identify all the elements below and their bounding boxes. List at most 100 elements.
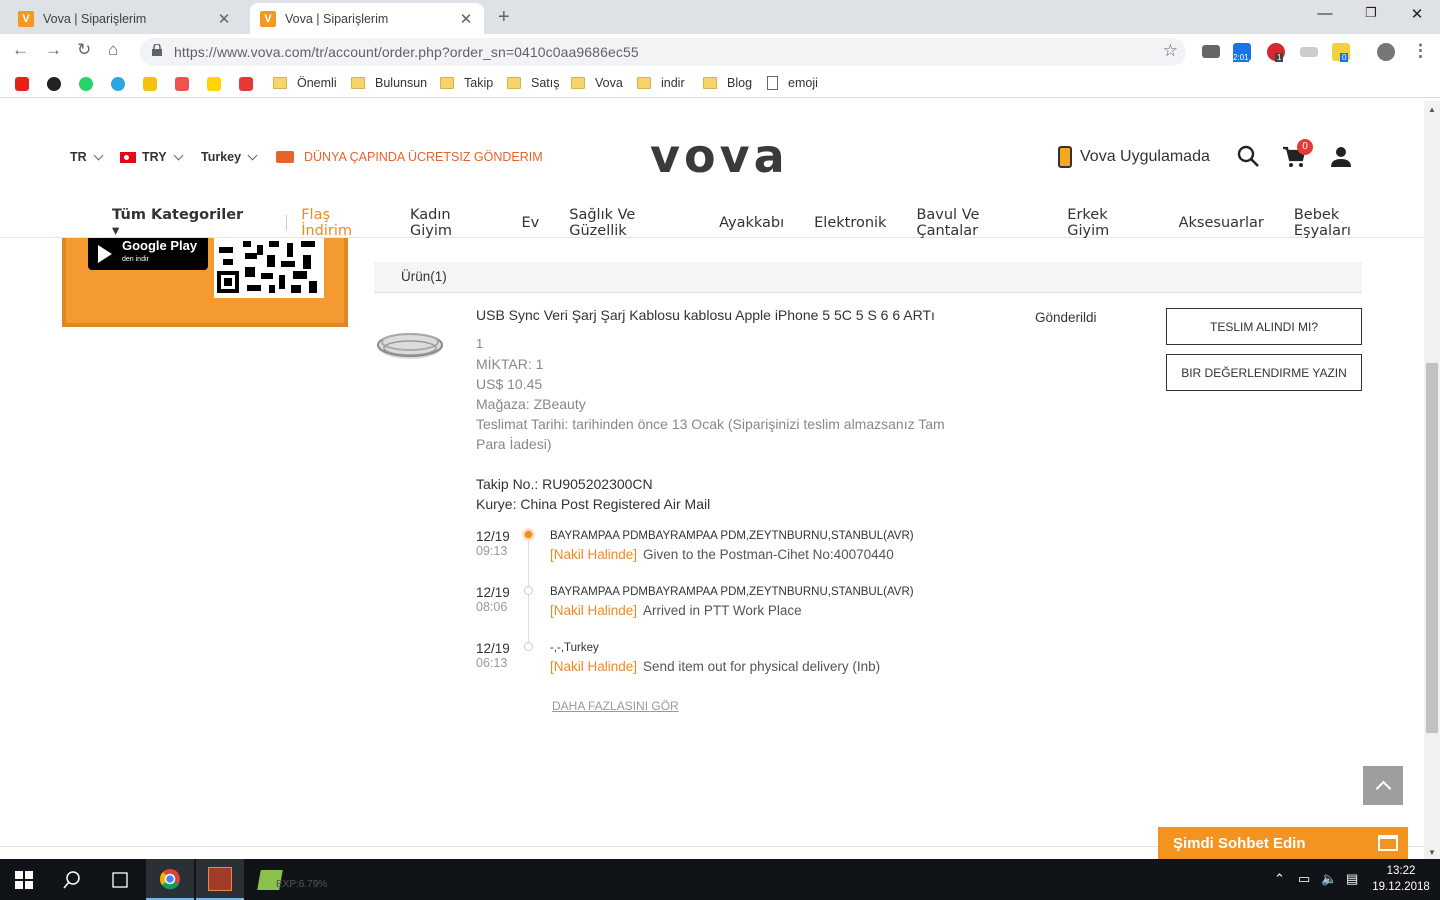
- page-scrollbar[interactable]: ▲ ▼: [1424, 101, 1440, 859]
- language-select[interactable]: TR: [70, 150, 104, 164]
- product-quantity: MİKTAR: 1: [476, 356, 544, 372]
- forward-icon[interactable]: →: [45, 40, 62, 60]
- nav-item-baby[interactable]: Bebek Eşyaları: [1294, 207, 1394, 239]
- scrollbar-thumb[interactable]: [1426, 363, 1438, 733]
- live-chat-button[interactable]: Şimdi Sohbet Edin: [1158, 827, 1408, 859]
- google-play-button[interactable]: Google Play den indir: [88, 238, 208, 270]
- windows-start-icon[interactable]: [0, 859, 48, 900]
- bookmark-folder[interactable]: Vova: [571, 76, 623, 90]
- show-more-link[interactable]: DAHA FAZLASINI GÖR: [552, 699, 679, 713]
- browser-toolbar: ← → ↻ ⌂ https://www.vova.com/tr/account/…: [0, 34, 1440, 70]
- all-categories-menu[interactable]: Tüm Kategoriler ▾: [112, 207, 274, 239]
- order-status: Gönderildi: [1035, 310, 1097, 325]
- nav-item-men[interactable]: Erkek Giyim: [1067, 207, 1148, 239]
- browser-tab[interactable]: V Vova | Siparişlerim ✕: [8, 3, 242, 34]
- scroll-up-icon[interactable]: ▲: [1428, 105, 1436, 114]
- nav-item-bags[interactable]: Bavul Ve Çantalar: [916, 207, 1037, 239]
- bookmarks-bar: Önemli Bulunsun Takip Satış Vova indir B…: [0, 70, 1440, 98]
- product-title[interactable]: USB Sync Veri Şarj Şarj Kablosu kablosu …: [476, 307, 935, 323]
- bookmark-app-icon[interactable]: [175, 77, 189, 91]
- bookmark-folder[interactable]: Satış: [507, 76, 560, 90]
- mail-extension-icon[interactable]: [1202, 45, 1220, 58]
- nav-item-home[interactable]: Ev: [522, 215, 540, 231]
- courier-name: Kurye: China Post Registered Air Mail: [476, 496, 711, 512]
- opera-extension-icon[interactable]: 1: [1267, 43, 1285, 62]
- back-to-top-button[interactable]: [1363, 766, 1403, 805]
- back-icon[interactable]: ←: [12, 40, 29, 60]
- taskbar-clock[interactable]: 13:22 19.12.2018: [1368, 863, 1434, 895]
- browser-tab-active[interactable]: V Vova | Siparişlerim ✕: [250, 3, 484, 34]
- clock-extension-icon[interactable]: 2:01: [1233, 43, 1251, 62]
- vova-favicon: V: [18, 10, 34, 27]
- new-tab-icon[interactable]: +: [498, 6, 510, 29]
- nav-item-electronics[interactable]: Elektronik: [814, 215, 886, 231]
- product-image[interactable]: [376, 325, 444, 365]
- network-icon[interactable]: ▭: [1298, 871, 1310, 887]
- close-tab-icon[interactable]: ✕: [458, 10, 474, 28]
- reload-icon[interactable]: ↻: [77, 40, 91, 60]
- extension-icon[interactable]: [1300, 47, 1318, 57]
- chat-window-icon: [1378, 835, 1398, 851]
- vova-favicon: V: [260, 10, 276, 27]
- bookmark-folder[interactable]: Takip: [440, 76, 493, 90]
- bookmark-star-icon[interactable]: ☆: [1163, 41, 1178, 61]
- qr-code: [214, 238, 324, 298]
- address-bar[interactable]: https://www.vova.com/tr/account/order.ph…: [140, 38, 1186, 66]
- bookmark-folder[interactable]: Bulunsun: [351, 76, 427, 90]
- bookmark-app-icon[interactable]: [207, 77, 221, 91]
- free-shipping-link[interactable]: DÜNYA ÇAPINDA ÜCRETSIZ GÖNDERIM: [276, 150, 543, 164]
- vova-logo[interactable]: vova: [650, 129, 789, 183]
- close-tab-icon[interactable]: ✕: [216, 10, 232, 28]
- spotify-icon[interactable]: [47, 77, 61, 91]
- turkey-flag-icon: [120, 151, 136, 163]
- bookmark-folder[interactable]: Blog: [703, 76, 752, 90]
- task-view-icon[interactable]: [96, 859, 144, 900]
- app-download-banner: Google Play den indir: [62, 238, 348, 327]
- nav-item-accessories[interactable]: Aksesuarlar: [1179, 215, 1264, 231]
- chevron-down-icon: [93, 150, 104, 160]
- nav-item-women[interactable]: Kadın Giyim: [410, 207, 492, 239]
- volume-icon[interactable]: 🔈: [1321, 871, 1337, 887]
- search-icon[interactable]: [1236, 144, 1260, 168]
- maximize-icon[interactable]: ❐: [1348, 5, 1394, 21]
- folder-icon: [440, 77, 454, 89]
- game-taskbar-icon[interactable]: [196, 859, 244, 900]
- folder-icon: [571, 77, 585, 89]
- bookmark-folder[interactable]: indir: [637, 76, 685, 90]
- product-store: Mağaza: ZBeauty: [476, 396, 586, 412]
- currency-select[interactable]: TRY: [120, 150, 183, 164]
- country-select[interactable]: Turkey: [201, 150, 258, 164]
- bookmark-app-icon[interactable]: [239, 77, 253, 91]
- folder-icon: [507, 77, 521, 89]
- search-icon[interactable]: [48, 859, 96, 900]
- whatsapp-icon[interactable]: [79, 77, 93, 91]
- user-icon[interactable]: [1330, 146, 1352, 168]
- bookmark-folder[interactable]: Önemli: [273, 76, 337, 90]
- bookmark-page[interactable]: emoji: [767, 76, 818, 90]
- profile-avatar[interactable]: [1377, 43, 1395, 61]
- menu-kebab-icon[interactable]: ⋮: [1412, 41, 1429, 61]
- home-icon[interactable]: ⌂: [108, 40, 118, 60]
- chrome-taskbar-icon[interactable]: [146, 859, 194, 900]
- minimize-icon[interactable]: —: [1302, 5, 1348, 22]
- write-review-button[interactable]: BIR DEĞERLENDIRME YAZIN: [1166, 354, 1362, 391]
- confirm-received-button[interactable]: TESLIM ALINDI MI?: [1166, 308, 1362, 345]
- play-icon: [98, 245, 112, 263]
- status-tag: [Nakil Halinde]: [550, 603, 638, 618]
- chevron-up-icon[interactable]: ⌃: [1274, 871, 1285, 887]
- nav-item-shoes[interactable]: Ayakkabı: [719, 215, 784, 231]
- scroll-down-icon[interactable]: ▼: [1428, 848, 1436, 857]
- telegram-icon[interactable]: [111, 77, 125, 91]
- product-variant: 1: [476, 336, 484, 351]
- notes-extension-icon[interactable]: 0: [1332, 43, 1350, 62]
- nav-item-flash-sale[interactable]: Flaş İndirim: [301, 207, 380, 239]
- youtube-icon[interactable]: [15, 77, 29, 91]
- nav-item-health-beauty[interactable]: Sağlık Ve Güzellik: [569, 207, 689, 239]
- game-exp-overlay: EXP:6.79%: [276, 879, 328, 890]
- tracking-number: Takip No.: RU905202300CN: [476, 476, 653, 492]
- notification-icon[interactable]: ▤: [1346, 871, 1358, 887]
- bookmark-app-icon[interactable]: [143, 77, 157, 91]
- app-download-link[interactable]: Vova Uygulamada: [1058, 146, 1210, 168]
- window-close-icon[interactable]: ✕: [1394, 5, 1440, 23]
- folder-icon: [351, 77, 365, 89]
